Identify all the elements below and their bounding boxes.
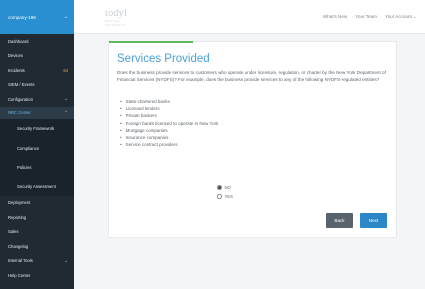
chevron-down-icon: ⌄ xyxy=(64,257,68,263)
sidebar-item-deployment[interactable]: Deployment xyxy=(0,196,74,211)
sidebar-subitem-label: Policies xyxy=(17,164,32,170)
list-item: Private bankers xyxy=(120,112,218,119)
sidebar-item-label: Devices xyxy=(8,53,23,59)
incidents-count-badge: 64 xyxy=(63,67,68,73)
sidebar-subitem-label: Compliance xyxy=(17,145,40,151)
your-account-menu[interactable]: Your Account ⌄ xyxy=(385,14,417,20)
sidebar-subitem-policies[interactable]: Policies xyxy=(0,157,74,177)
radio-selected-icon[interactable] xyxy=(217,185,222,190)
sidebar-subitem-label: Security Assessment xyxy=(17,183,56,189)
sidebar-item-sales[interactable]: Sales xyxy=(0,225,74,240)
answer-radio-group: NO YES xyxy=(217,183,233,201)
sidebar-item-configuration[interactable]: Configuration ⌄ xyxy=(0,92,74,107)
sidebar-subitem-security-framework[interactable]: Security Framework xyxy=(0,118,74,139)
back-button[interactable]: Back xyxy=(326,213,353,228)
company-selector[interactable]: company-198 ⌄ xyxy=(0,0,74,34)
todyl-logo[interactable]: todyl SECURE NETWORKS xyxy=(105,8,139,28)
sidebar-subitem-security-assessment[interactable]: Security Assessment xyxy=(0,176,74,196)
sidebar-item-label: Incidents xyxy=(8,67,25,73)
list-item: Foreign banks licensed to operate in New… xyxy=(120,120,219,127)
sidebar-subitem-compliance[interactable]: Compliance xyxy=(0,138,74,158)
your-team-link[interactable]: Your Team xyxy=(355,14,377,20)
radio-no[interactable]: NO xyxy=(217,183,233,192)
sidebar-item-internal-tools[interactable]: Internal Tools ⌄ xyxy=(0,254,74,269)
entity-list: State-chartered banks Licensed lenders P… xyxy=(120,98,219,148)
sidebar-item-devices[interactable]: Devices xyxy=(0,49,74,64)
sidebar-item-label: Help Center xyxy=(8,272,31,278)
list-item: Mortgage companies xyxy=(120,127,218,134)
question-text: Does the business provide services to cu… xyxy=(117,70,386,82)
sidebar-item-label: Sales xyxy=(8,229,19,235)
radio-label: NO xyxy=(224,185,231,190)
chevron-up-icon: ⌃ xyxy=(64,109,68,115)
list-item: State-chartered banks xyxy=(120,98,218,105)
chevron-down-icon: ⌄ xyxy=(64,96,68,102)
logo-wordmark: todyl xyxy=(105,8,128,19)
radio-unselected-icon[interactable] xyxy=(217,194,222,199)
next-button[interactable]: Next xyxy=(360,213,387,228)
sidebar-item-label: Configuration xyxy=(8,96,33,102)
logo-tagline: SECURE NETWORKS xyxy=(105,19,126,27)
sidebar-item-siem-events[interactable]: SIEM / Events xyxy=(0,78,74,93)
progress-bar xyxy=(109,41,193,43)
sidebar-item-label: Deployment xyxy=(8,200,31,206)
header-links: What's New Your Team Your Account ⌄ xyxy=(323,14,417,20)
sidebar-item-label: SIEM / Events xyxy=(8,82,35,88)
sidebar-item-label: Changelog xyxy=(8,243,29,249)
chevron-down-icon: ⌄ xyxy=(63,14,68,20)
sidebar-item-help-center[interactable]: Help Center xyxy=(0,268,74,283)
list-item: Licensed lenders xyxy=(120,105,218,112)
assessment-card: Services Provided Does the business prov… xyxy=(108,41,397,238)
radio-label: YES xyxy=(224,194,233,199)
top-header: todyl SECURE NETWORKS What's New Your Te… xyxy=(74,0,425,34)
radio-yes[interactable]: YES xyxy=(217,192,233,201)
sidebar-item-label: Internal Tools xyxy=(8,258,33,264)
sidebar-item-nrc-center[interactable]: NRC Center ⌃ xyxy=(0,106,74,119)
sidebar-item-incidents[interactable]: Incidents 64 xyxy=(0,63,74,78)
sidebar-item-label: NRC Center xyxy=(8,110,31,115)
sidebar-item-changelog[interactable]: Changelog xyxy=(0,239,74,254)
page-title: Services Provided xyxy=(117,53,210,65)
list-item: Insurance companies xyxy=(120,134,218,141)
sidebar-item-reporting[interactable]: Reporting xyxy=(0,210,74,225)
sidebar-item-label: Reporting xyxy=(8,214,27,220)
sidebar-item-label: Dashboard xyxy=(8,38,29,44)
whats-new-link[interactable]: What's New xyxy=(323,14,347,20)
sidebar-subitem-label: Security Framework xyxy=(17,126,55,131)
company-name: company-198 xyxy=(8,14,36,20)
sidebar: company-198 ⌄ Dashboard Devices Incident… xyxy=(0,0,74,289)
list-item: Service contract providers xyxy=(120,141,218,148)
sidebar-item-dashboard[interactable]: Dashboard xyxy=(0,34,74,49)
